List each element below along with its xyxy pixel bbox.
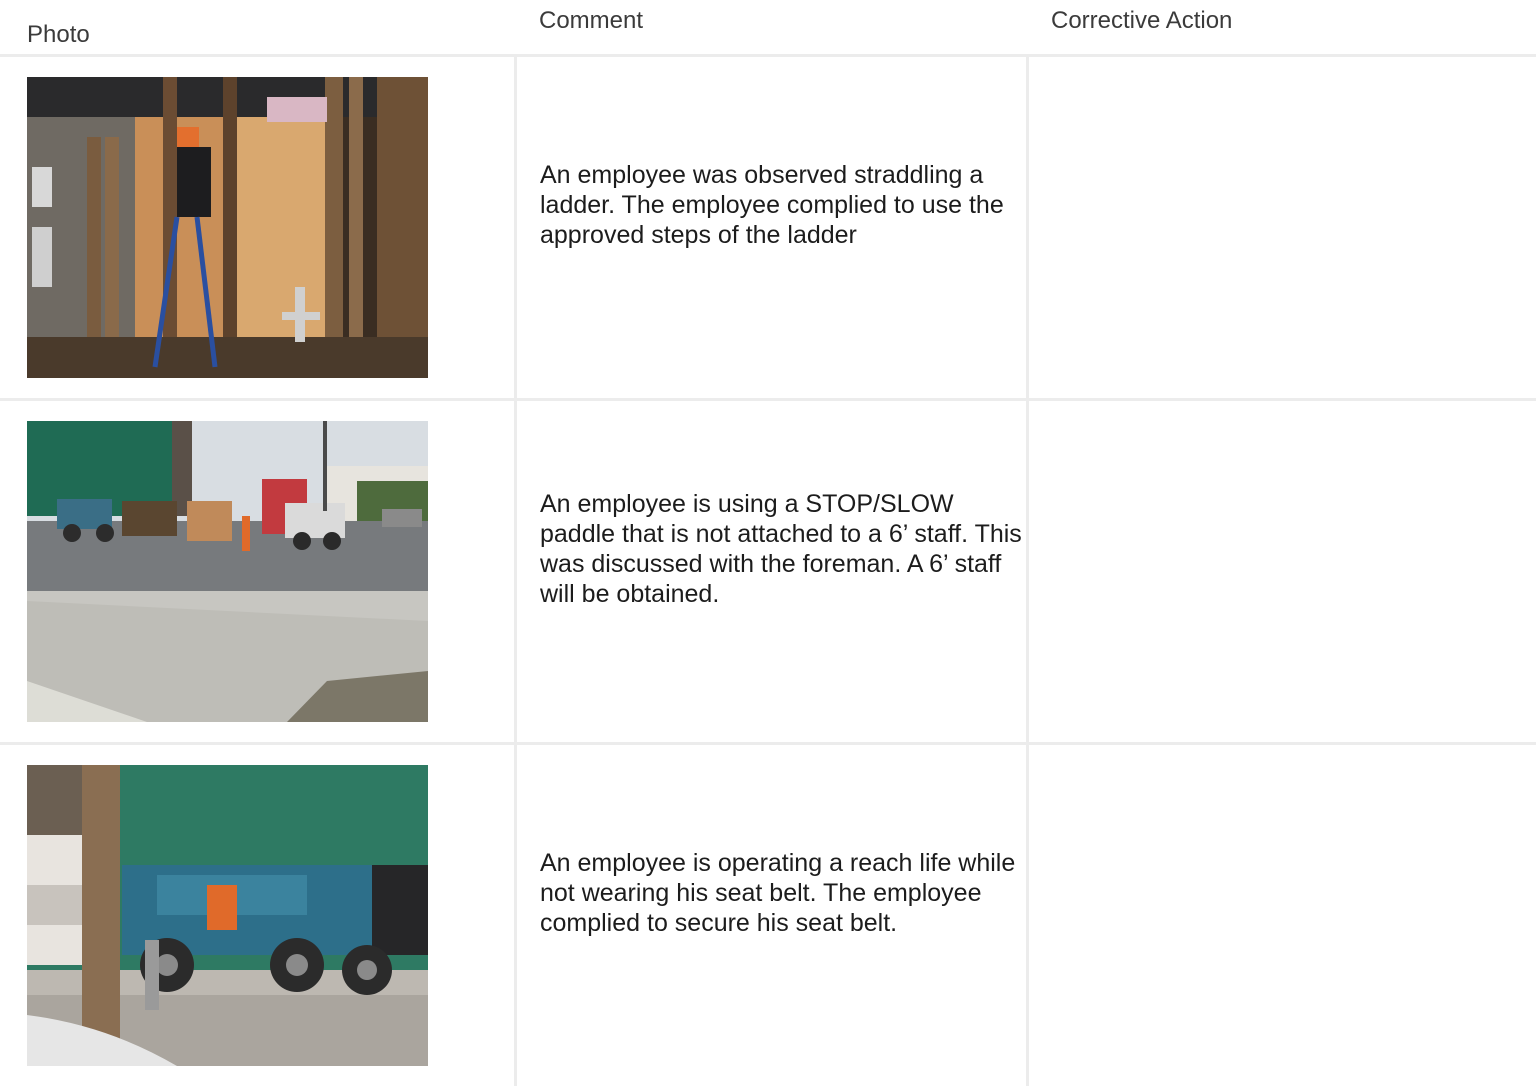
comment-cell: An employee was observed straddling a la… [517,54,1029,398]
ladder-photo [27,77,428,378]
table-header: Photo Comment Corrective Action [0,0,1536,54]
comment-column-header: Comment [539,7,644,34]
table-row: An employee is operating a reach life wh… [0,742,1536,1086]
table-row: An employee is using a STOP/SLOW paddle … [0,398,1536,742]
table-row: An employee was observed straddling a la… [0,54,1536,398]
photo-cell [0,54,517,398]
reach-lift-photo [27,765,428,1066]
comment-text: An employee is operating a reach life wh… [540,849,1016,937]
photo-cell [0,398,517,742]
corrective-action-cell [1029,398,1536,742]
corrective-action-cell [1029,742,1536,1086]
street-paddle-photo [27,421,428,722]
comment-text: An employee is using a STOP/SLOW paddle … [540,490,1022,608]
comment-text: An employee was observed straddling a la… [540,161,1004,249]
comment-cell: An employee is using a STOP/SLOW paddle … [517,398,1029,742]
comment-cell: An employee is operating a reach life wh… [517,742,1029,1086]
photo-cell [0,742,517,1086]
corrective-action-column-header: Corrective Action [1051,7,1233,34]
corrective-action-cell [1029,54,1536,398]
